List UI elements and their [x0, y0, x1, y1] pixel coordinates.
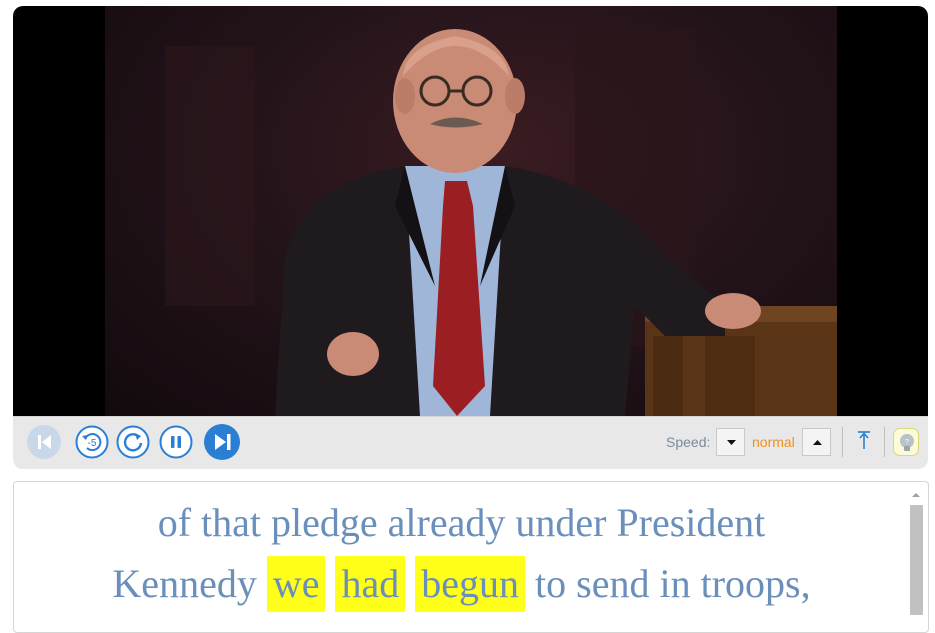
pause-button[interactable]: [159, 425, 193, 459]
lightbulb-icon: ?: [900, 434, 914, 451]
pause-icon: [159, 425, 193, 459]
highlighted-word[interactable]: had: [335, 556, 406, 612]
arrow-to-top-icon: [858, 431, 870, 449]
transcript-line: Kennedy we had begun to send in troops,: [14, 553, 909, 614]
speed-decrease-button[interactable]: [716, 428, 745, 456]
highlighted-word[interactable]: begun: [415, 556, 525, 612]
speed-value: normal: [752, 434, 795, 450]
repeat-icon: [116, 425, 150, 459]
transcript-word[interactable]: Kennedy: [112, 553, 256, 614]
scrollbar-thumb[interactable]: [910, 505, 923, 615]
player-control-bar: -5 Speed: normal ?: [13, 416, 928, 469]
caret-down-icon: [727, 440, 736, 445]
skip-forward-icon: [204, 424, 240, 460]
rewind-5-icon: -5: [75, 425, 109, 459]
caret-up-icon: [813, 440, 822, 445]
scroll-up-button[interactable]: [908, 488, 924, 502]
transcript-word[interactable]: to: [535, 553, 566, 614]
toolbar-divider: [884, 427, 885, 457]
previous-caption-button[interactable]: [27, 425, 61, 459]
transcript-word[interactable]: in: [659, 553, 690, 614]
hint-button[interactable]: ?: [893, 428, 919, 456]
skip-back-icon: [27, 425, 61, 459]
repeat-caption-button[interactable]: [116, 425, 150, 459]
transcript-word[interactable]: already: [388, 492, 506, 553]
transcript-word[interactable]: send: [576, 553, 649, 614]
caret-up-icon: [912, 493, 920, 497]
transcript-word[interactable]: pledge: [271, 492, 378, 553]
rewind-5-label: -5: [88, 438, 97, 449]
highlighted-word[interactable]: we: [266, 556, 326, 612]
scroll-to-top-button[interactable]: [851, 427, 877, 457]
transcript-word[interactable]: President: [616, 492, 765, 553]
speaker-video-image: [165, 26, 837, 416]
transcript-scrollbar[interactable]: [908, 488, 924, 628]
transcript-text: of that pledge already under President K…: [14, 492, 909, 614]
transcript-line: of that pledge already under President: [14, 492, 909, 553]
video-player[interactable]: [13, 6, 928, 416]
svg-text:?: ?: [905, 439, 909, 446]
transcript-word[interactable]: troops,: [701, 553, 811, 614]
transcript-word[interactable]: that: [201, 492, 261, 553]
transcript-word[interactable]: under: [515, 492, 606, 553]
speed-label: Speed:: [666, 434, 711, 450]
speed-increase-button[interactable]: [802, 428, 831, 456]
video-frame-speaker: [105, 6, 837, 416]
transcript-panel: of that pledge already under President K…: [13, 481, 929, 633]
replay-5-seconds-button[interactable]: -5: [75, 425, 109, 459]
transcript-word[interactable]: of: [158, 492, 191, 553]
next-caption-button[interactable]: [203, 423, 241, 461]
toolbar-divider: [842, 427, 843, 457]
